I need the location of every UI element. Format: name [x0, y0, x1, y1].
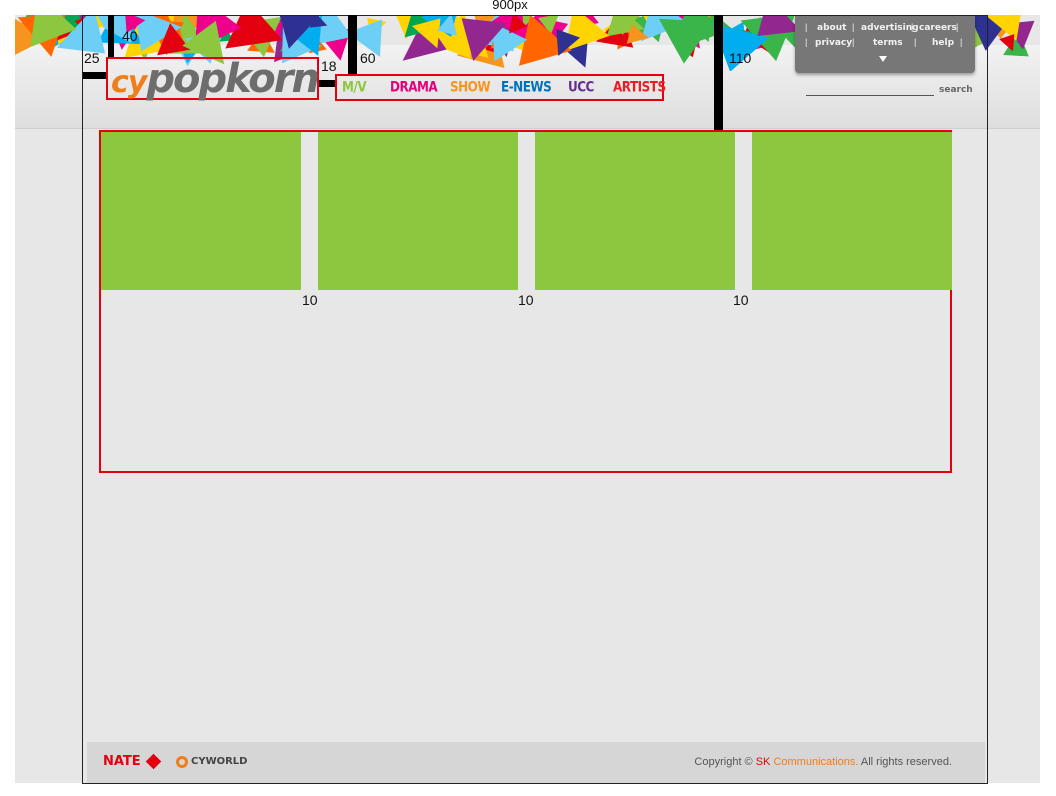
cyworld-logo[interactable]: CYWORLD [191, 756, 247, 767]
util-link-privacy[interactable]: privacy [815, 38, 852, 48]
util-separator: | [914, 37, 917, 47]
guide-content-top [714, 15, 723, 130]
search-label[interactable]: search [939, 85, 973, 95]
util-link-about[interactable]: about [817, 23, 846, 33]
util-link-terms[interactable]: terms [873, 38, 903, 48]
utility-menu: | about | advertising | careers | | priv… [795, 16, 975, 73]
util-link-advertising[interactable]: advertising [861, 23, 919, 33]
copyright-communications: Communications. [770, 756, 859, 768]
guide-logo-gap [319, 80, 335, 87]
dim-logo-gap: 18 [321, 58, 337, 74]
util-link-careers[interactable]: careers [919, 23, 957, 33]
search-input[interactable] [806, 95, 934, 96]
nate-diamond-icon [145, 753, 162, 770]
cypopkorn-logo[interactable]: cypopkorn [111, 56, 320, 109]
util-separator: | [956, 22, 959, 32]
util-separator: | [911, 22, 914, 32]
guide-left-margin [83, 72, 106, 79]
nav-item-show[interactable]: SHOW [450, 79, 491, 95]
util-separator: | [960, 37, 963, 47]
dim-left-margin: 25 [84, 50, 100, 66]
dim-gutter: 10 [733, 292, 749, 308]
logo-cy: cy [111, 65, 147, 100]
copyright-suffix: All rights reserved. [858, 756, 952, 768]
util-link-help[interactable]: help [932, 38, 954, 48]
nav-item-drama[interactable]: DRAMA [390, 79, 438, 95]
nav-item-ucc[interactable]: UCC [568, 79, 594, 95]
dim-gutter: 10 [518, 292, 534, 308]
copyright-prefix: Copyright © [694, 756, 756, 768]
nav-item-e-news[interactable]: E-NEWS [501, 79, 552, 95]
copyright-text: Copyright © SK Communications. All right… [694, 756, 952, 768]
guide-logo-top [108, 15, 114, 57]
nav-item-artists[interactable]: ARTISTS [613, 79, 666, 95]
util-separator: | [852, 22, 855, 32]
dim-gutter: 10 [302, 292, 318, 308]
content-tile[interactable] [535, 132, 735, 290]
logo-popkorn: popkorn [146, 56, 320, 102]
dim-nav-top: 60 [360, 50, 376, 66]
content-tile[interactable] [101, 132, 301, 290]
util-separator: | [852, 37, 855, 47]
dim-content-top: 110 [729, 50, 752, 66]
util-separator: | [805, 37, 808, 47]
content-tile[interactable] [752, 132, 952, 290]
nate-logo[interactable]: NATE [103, 754, 141, 769]
guide-nav-top [348, 15, 357, 74]
content-tile[interactable] [318, 132, 518, 290]
util-separator: | [805, 22, 808, 32]
footer: NATE CYWORLD Copyright © SK Communicatio… [87, 742, 985, 783]
dim-logo-top: 40 [122, 28, 138, 44]
main-nav: M/V DRAMA SHOW E-NEWS UCC ARTISTS [335, 74, 666, 101]
logo-outline: cypopkorn [106, 57, 320, 101]
width-annotation: 900px [492, 0, 528, 12]
cyworld-ring-icon [176, 756, 188, 768]
triangle-down-icon[interactable] [879, 56, 887, 62]
nav-item-mv[interactable]: M/V [342, 79, 367, 95]
copyright-sk: SK [755, 756, 771, 768]
